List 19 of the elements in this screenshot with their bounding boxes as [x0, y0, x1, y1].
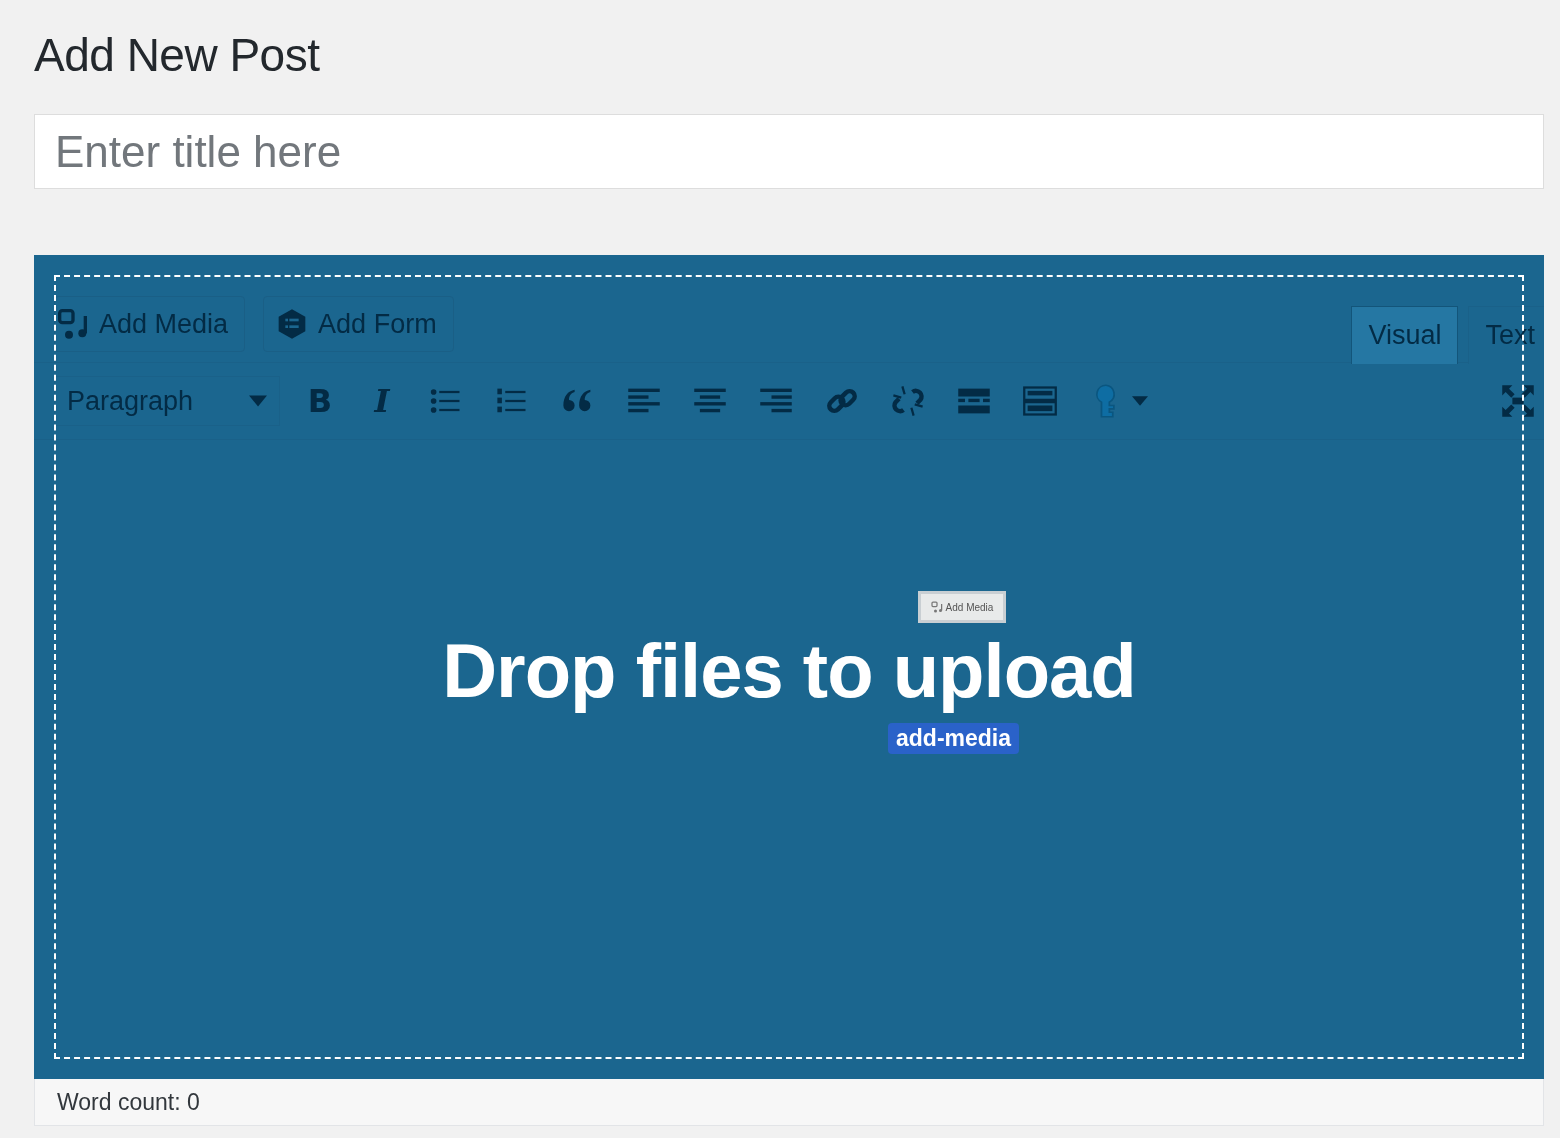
media-button[interactable]: Add Form [263, 296, 454, 352]
unlink-icon[interactable] [890, 383, 926, 419]
media-icon [930, 601, 943, 613]
media-button[interactable]: Add Media [54, 296, 246, 352]
page-title: Add New Post [34, 28, 321, 83]
title-input[interactable]: Enter title here [34, 114, 1544, 189]
format-select[interactable]: Paragraph [54, 376, 280, 426]
toolbar-toggle-icon[interactable] [1022, 383, 1058, 419]
editor-tab[interactable]: Text [1468, 306, 1544, 364]
drag-tooltip: add-media [888, 723, 1020, 754]
caret-icon[interactable] [1132, 395, 1148, 407]
caret-icon [249, 395, 267, 407]
drop-message: Drop files to upload [442, 627, 1136, 715]
word-count: Word count: 0 [57, 1088, 200, 1116]
fullscreen-icon[interactable] [1500, 383, 1536, 419]
bold-button[interactable]: B [304, 382, 336, 420]
media-icon [57, 308, 89, 340]
editor-tab[interactable]: Visual [1351, 306, 1459, 364]
italic-button[interactable]: I [366, 382, 398, 420]
